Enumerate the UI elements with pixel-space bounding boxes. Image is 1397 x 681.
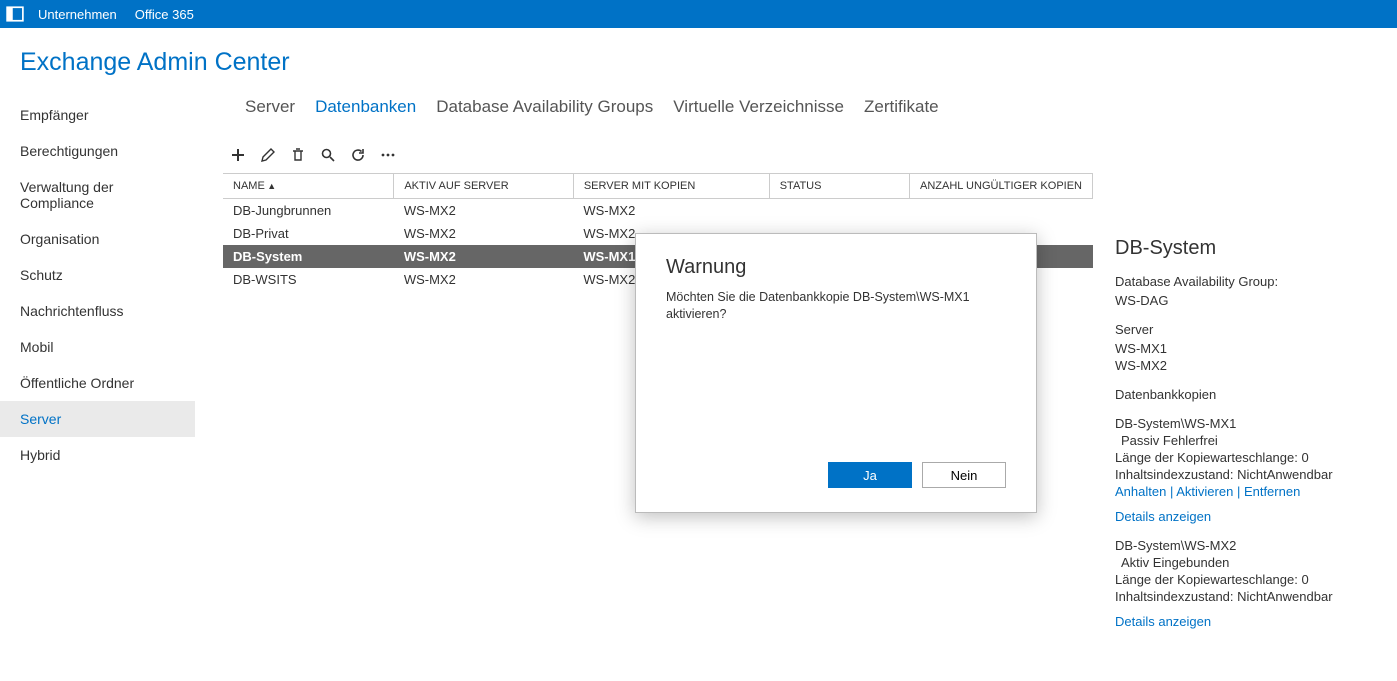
cell-name: DB-Privat bbox=[223, 222, 394, 245]
copy-queue: Länge der Kopiewarteschlange: 0 bbox=[1115, 450, 1385, 465]
details-dag-label: Database Availability Group: bbox=[1115, 274, 1385, 289]
tab-databases[interactable]: Datenbanken bbox=[315, 97, 416, 117]
copy-queue: Länge der Kopiewarteschlange: 0 bbox=[1115, 572, 1385, 587]
sidebar-item-server[interactable]: Server bbox=[0, 401, 195, 437]
page-title: Exchange Admin Center bbox=[0, 28, 1397, 87]
copy-index: Inhaltsindexzustand: NichtAnwendbar bbox=[1115, 467, 1385, 482]
sidebar-item-permissions[interactable]: Berechtigungen bbox=[0, 133, 195, 169]
refresh-icon[interactable] bbox=[350, 147, 366, 163]
details-panel: DB-System Database Availability Group: W… bbox=[1115, 237, 1385, 631]
sidebar-item-hybrid[interactable]: Hybrid bbox=[0, 437, 195, 473]
copy-details-link[interactable]: Details anzeigen bbox=[1115, 614, 1211, 629]
toolbar bbox=[215, 147, 1397, 163]
copy-name: DB-System\WS-MX1 bbox=[1115, 416, 1385, 431]
details-title: DB-System bbox=[1115, 237, 1385, 260]
col-active-on[interactable]: AKTIV AUF SERVER bbox=[394, 174, 574, 199]
cell-active-on: WS-MX2 bbox=[394, 268, 574, 291]
add-icon[interactable] bbox=[230, 147, 246, 163]
details-dag-value: WS-DAG bbox=[1115, 293, 1385, 308]
sidebar-item-mobile[interactable]: Mobil bbox=[0, 329, 195, 365]
copy-index: Inhaltsindexzustand: NichtAnwendbar bbox=[1115, 589, 1385, 604]
cell-name: DB-WSITS bbox=[223, 268, 394, 291]
more-icon[interactable] bbox=[380, 147, 396, 163]
delete-icon[interactable] bbox=[290, 147, 306, 163]
cell-name: DB-System bbox=[223, 245, 394, 268]
cell-active-on: WS-MX2 bbox=[394, 222, 574, 245]
cell-active-on: WS-MX2 bbox=[394, 245, 574, 268]
copy-name: DB-System\WS-MX2 bbox=[1115, 538, 1385, 553]
col-copies[interactable]: SERVER MIT KOPIEN bbox=[573, 174, 769, 199]
details-copies-label: Datenbankkopien bbox=[1115, 387, 1385, 402]
topbar-office365[interactable]: Office 365 bbox=[135, 7, 194, 22]
col-name[interactable]: NAME bbox=[223, 174, 394, 199]
details-server-2: WS-MX2 bbox=[1115, 358, 1385, 373]
col-status[interactable]: STATUS bbox=[769, 174, 909, 199]
copy-state: Passiv Fehlerfrei bbox=[1115, 433, 1385, 448]
tab-certificates[interactable]: Zertifikate bbox=[864, 97, 939, 117]
tab-virtualdirs[interactable]: Virtuelle Verzeichnisse bbox=[673, 97, 844, 117]
col-invalid[interactable]: ANZAHL UNGÜLTIGER KOPIEN bbox=[910, 174, 1093, 199]
cell-copies: WS-MX2 bbox=[573, 199, 769, 223]
copy-state: Aktiv Eingebunden bbox=[1115, 555, 1385, 570]
details-server-label: Server bbox=[1115, 322, 1385, 337]
app-logo-icon bbox=[6, 5, 24, 23]
sidebar-item-protection[interactable]: Schutz bbox=[0, 257, 195, 293]
tab-dag[interactable]: Database Availability Groups bbox=[436, 97, 653, 117]
table-row[interactable]: DB-Jungbrunnen WS-MX2 WS-MX2 bbox=[223, 199, 1093, 223]
main-content: Server Datenbanken Database Availability… bbox=[195, 87, 1397, 473]
edit-icon[interactable] bbox=[260, 147, 276, 163]
copy-pause-link[interactable]: Anhalten bbox=[1115, 484, 1166, 499]
sidebar-item-compliance[interactable]: Verwaltung der Compliance bbox=[0, 169, 195, 221]
details-server-1: WS-MX1 bbox=[1115, 341, 1385, 356]
dialog-title: Warnung bbox=[636, 234, 1036, 289]
warning-dialog: Warnung Möchten Sie die Datenbankkopie D… bbox=[635, 233, 1037, 513]
topbar-company[interactable]: Unternehmen bbox=[38, 7, 117, 22]
dialog-message: Möchten Sie die Datenbankkopie DB-System… bbox=[636, 289, 1036, 323]
sidebar: Empfänger Berechtigungen Verwaltung der … bbox=[0, 87, 195, 473]
dialog-no-button[interactable]: Nein bbox=[922, 462, 1006, 488]
sidebar-item-publicfolders[interactable]: Öffentliche Ordner bbox=[0, 365, 195, 401]
sidebar-item-recipients[interactable]: Empfänger bbox=[0, 97, 195, 133]
cell-name: DB-Jungbrunnen bbox=[223, 199, 394, 223]
tab-server[interactable]: Server bbox=[245, 97, 295, 117]
search-icon[interactable] bbox=[320, 147, 336, 163]
copy-remove-link[interactable]: Entfernen bbox=[1244, 484, 1300, 499]
copy-details-link[interactable]: Details anzeigen bbox=[1115, 509, 1211, 524]
cell-active-on: WS-MX2 bbox=[394, 199, 574, 223]
copy-activate-link[interactable]: Aktivieren bbox=[1176, 484, 1233, 499]
tabs: Server Datenbanken Database Availability… bbox=[215, 97, 1397, 147]
sidebar-item-mailflow[interactable]: Nachrichtenfluss bbox=[0, 293, 195, 329]
top-bar: Unternehmen Office 365 bbox=[0, 0, 1397, 28]
dialog-yes-button[interactable]: Ja bbox=[828, 462, 912, 488]
copy-block-2: DB-System\WS-MX2 Aktiv Eingebunden Länge… bbox=[1115, 538, 1385, 629]
copy-block-1: DB-System\WS-MX1 Passiv Fehlerfrei Länge… bbox=[1115, 416, 1385, 524]
sidebar-item-organization[interactable]: Organisation bbox=[0, 221, 195, 257]
table-header-row: NAME AKTIV AUF SERVER SERVER MIT KOPIEN … bbox=[223, 174, 1093, 199]
